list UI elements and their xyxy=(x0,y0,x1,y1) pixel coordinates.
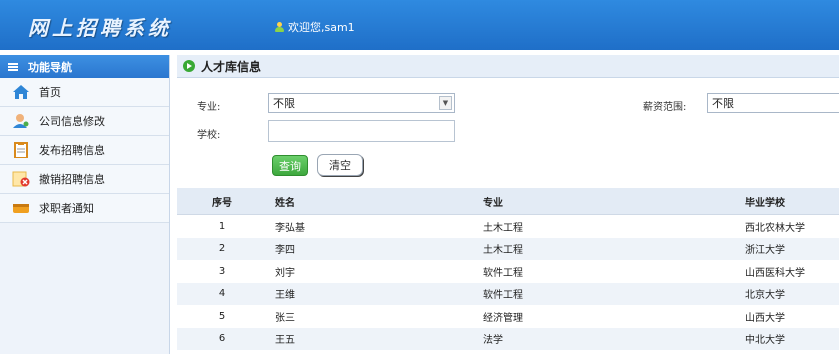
sidebar-item-post-job[interactable]: 发布招聘信息 xyxy=(0,136,169,165)
cell-major: 软件工程 xyxy=(483,290,523,302)
sidebar-item-label: 求职者通知 xyxy=(39,202,94,215)
salary-select-value: 不限 xyxy=(712,97,734,110)
cell-school: 西北农林大学 xyxy=(745,222,805,234)
table-row[interactable]: 4 王维 软件工程 北京大学 xyxy=(177,282,839,305)
sidebar-item-label: 撤销招聘信息 xyxy=(39,173,105,186)
column-header-index: 序号 xyxy=(212,197,232,209)
revoke-document-icon xyxy=(12,171,30,187)
cell-index: 3 xyxy=(218,265,226,277)
sidebar-item-label: 发布招聘信息 xyxy=(39,144,105,157)
salary-select[interactable]: 不限 xyxy=(707,93,839,113)
sidebar-item-revoke-job[interactable]: 撤销招聘信息 xyxy=(0,165,169,194)
cell-major: 土木工程 xyxy=(483,245,523,257)
major-select[interactable]: 不限 ▼ xyxy=(268,93,455,113)
sidebar-item-label: 首页 xyxy=(39,86,61,99)
table-row[interactable]: 2 李四 土木工程 浙江大学 xyxy=(177,237,839,260)
welcome-message: 欢迎您,sam1 xyxy=(275,19,355,35)
cell-name: 王五 xyxy=(275,335,295,347)
sidebar-header-label: 功能导航 xyxy=(28,60,72,74)
sidebar-item-label: 公司信息修改 xyxy=(39,115,105,128)
home-icon xyxy=(12,84,30,100)
clipboard-icon xyxy=(12,142,30,158)
column-header-name: 姓名 xyxy=(275,197,295,209)
talent-table: 序号 姓名 专业 毕业学校 1 李弘基 土木工程 西北农林大学 2 李四 土木工… xyxy=(177,188,839,350)
cell-name: 张三 xyxy=(275,312,295,324)
cell-index: 2 xyxy=(218,243,226,255)
cell-name: 王维 xyxy=(275,290,295,302)
sidebar: 功能导航 首页 公司信息修改 发布招聘信息 撤销招聘信息 求职者通知 xyxy=(0,55,170,354)
table-row[interactable]: 5 张三 经济管理 山西大学 xyxy=(177,305,839,328)
table-row[interactable]: 1 李弘基 土木工程 西北农林大学 xyxy=(177,215,839,238)
cell-major: 法学 xyxy=(483,335,503,347)
menu-icon xyxy=(8,62,18,71)
user-edit-icon xyxy=(12,113,30,129)
table-row[interactable]: 3 刘宇 软件工程 山西医科大学 xyxy=(177,260,839,283)
cell-index: 5 xyxy=(218,310,226,322)
cell-major: 软件工程 xyxy=(483,267,523,279)
chevron-down-icon[interactable]: ▼ xyxy=(439,96,452,110)
cell-school: 北京大学 xyxy=(745,290,785,302)
major-select-value: 不限 xyxy=(273,97,295,110)
sidebar-item-company-info[interactable]: 公司信息修改 xyxy=(0,107,169,136)
sidebar-header: 功能导航 xyxy=(0,55,169,78)
cell-school: 山西医科大学 xyxy=(745,267,805,279)
query-button[interactable]: 查询 xyxy=(272,155,308,176)
cell-school: 山西大学 xyxy=(745,312,785,324)
clear-button[interactable]: 清空 xyxy=(317,154,363,176)
school-input[interactable] xyxy=(268,120,455,142)
school-label: 学校: xyxy=(197,130,221,141)
top-header-bar: 网上招聘系统 欢迎您,sam1 xyxy=(0,0,839,50)
table-row[interactable]: 6 王五 法学 中北大学 xyxy=(177,327,839,350)
column-header-school: 毕业学校 xyxy=(745,197,785,209)
panel-title: 人才库信息 xyxy=(201,59,262,74)
cell-school: 中北大学 xyxy=(745,335,785,347)
main-content: 人才库信息 专业: 不限 ▼ 薪资范围: 不限 学校: 查询 清空 序号 姓名 … xyxy=(177,55,839,354)
cell-index: 1 xyxy=(218,220,226,232)
sidebar-item-home[interactable]: 首页 xyxy=(0,78,169,107)
user-icon xyxy=(275,21,284,33)
cell-school: 浙江大学 xyxy=(745,245,785,257)
app-title: 网上招聘系统 xyxy=(28,16,172,40)
cell-name: 刘宇 xyxy=(275,267,295,279)
column-header-major: 专业 xyxy=(483,197,503,209)
play-icon xyxy=(183,60,195,72)
cell-index: 6 xyxy=(218,333,226,345)
sidebar-item-applicant-notice[interactable]: 求职者通知 xyxy=(0,194,169,223)
salary-label: 薪资范围: xyxy=(643,102,687,113)
cell-name: 李四 xyxy=(275,245,295,257)
table-header-row: 序号 姓名 专业 毕业学校 xyxy=(177,188,839,215)
cell-major: 经济管理 xyxy=(483,312,523,324)
message-icon xyxy=(12,200,30,216)
cell-index: 4 xyxy=(218,288,226,300)
cell-name: 李弘基 xyxy=(275,222,305,234)
cell-major: 土木工程 xyxy=(483,222,523,234)
major-label: 专业: xyxy=(197,102,221,113)
panel-header: 人才库信息 xyxy=(177,55,839,78)
welcome-text: 欢迎您,sam1 xyxy=(288,21,355,34)
